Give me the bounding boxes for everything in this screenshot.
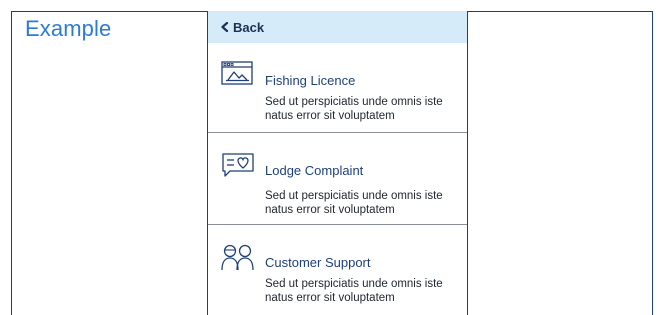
item-description: Sed ut perspiciatis unde omnis iste natu… — [265, 96, 443, 122]
chevron-left-icon — [221, 22, 229, 32]
people-icon — [221, 244, 254, 271]
back-label: Back — [233, 19, 265, 35]
list-item-customer-support[interactable]: Customer Support Sed ut perspiciatis und… — [208, 225, 467, 315]
list-item-lodge-complaint[interactable]: Lodge Complaint Sed ut perspiciatis unde… — [208, 133, 467, 224]
back-button[interactable]: Back — [220, 20, 264, 35]
mobile-panel: Back Fishing Licence Sed ut perspiciatis… — [207, 11, 468, 315]
item-title: Fishing Licence — [265, 73, 356, 88]
heart-chat-icon — [222, 153, 254, 177]
screen: Example Back Fishing Licence Sed ut pers… — [0, 0, 665, 315]
item-description: Sed ut perspiciatis unde omnis iste natu… — [265, 278, 443, 304]
list-item-fishing-licence[interactable]: Fishing Licence Sed ut perspiciatis unde… — [208, 43, 467, 132]
browser-image-icon — [221, 61, 253, 85]
item-title: Lodge Complaint — [265, 163, 364, 178]
item-title: Customer Support — [265, 255, 371, 270]
header-bar: Back — [208, 11, 467, 43]
page-title: Example — [25, 16, 112, 41]
item-description: Sed ut perspiciatis unde omnis iste natu… — [265, 190, 443, 216]
